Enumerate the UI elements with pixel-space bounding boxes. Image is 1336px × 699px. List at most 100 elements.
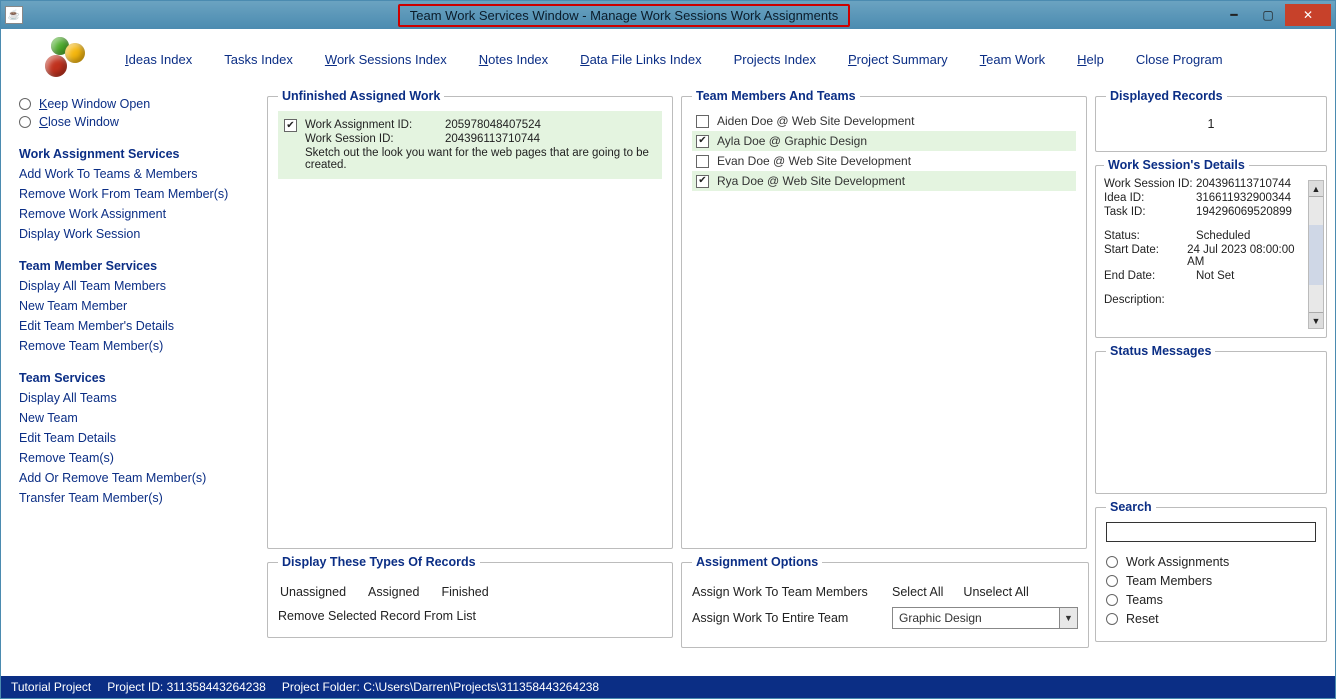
ws-id-label: Work Session ID: <box>305 133 435 145</box>
filter-unassigned[interactable]: Unassigned <box>280 585 346 599</box>
link-new-team-member[interactable]: New Team Member <box>19 299 259 313</box>
member-label: Aiden Doe @ Web Site Development <box>717 114 914 128</box>
member-row[interactable]: Ayla Doe @ Graphic Design <box>692 131 1076 151</box>
search-legend: Search <box>1106 500 1156 514</box>
status-project-name: Tutorial Project <box>11 680 91 694</box>
select-all[interactable]: Select All <box>892 585 943 599</box>
member-checkbox[interactable] <box>696 115 709 128</box>
menu-ideas-index[interactable]: Ideas Index <box>125 52 192 67</box>
ws-id-value: 204396113710744 <box>445 133 540 145</box>
wa-id-label: Work Assignment ID: <box>305 119 435 131</box>
content-area: Keep Window Open Close Window Work Assig… <box>1 89 1335 676</box>
team-select-value: Graphic Design <box>893 611 1059 625</box>
link-transfer-members[interactable]: Transfer Team Member(s) <box>19 491 259 505</box>
maximize-button[interactable]: ▢ <box>1251 4 1285 26</box>
scroll-up-icon[interactable]: ▲ <box>1309 181 1323 197</box>
close-button[interactable]: ✕ <box>1285 4 1331 26</box>
team-members-panel: Team Members And Teams Aiden Doe @ Web S… <box>681 89 1087 549</box>
java-icon: ☕ <box>5 6 23 24</box>
link-add-remove-members[interactable]: Add Or Remove Team Member(s) <box>19 471 259 485</box>
search-input[interactable] <box>1106 522 1316 542</box>
menu-tasks-index[interactable]: Tasks Index <box>224 52 293 67</box>
unfinished-legend: Unfinished Assigned Work <box>278 89 444 103</box>
status-messages-panel: Status Messages <box>1095 344 1327 494</box>
assignment-options-panel: Assignment Options Assign Work To Team M… <box>681 555 1089 648</box>
link-edit-member-details[interactable]: Edit Team Member's Details <box>19 319 259 333</box>
details-legend: Work Session's Details <box>1104 158 1249 172</box>
work-assignment-item[interactable]: Work Assignment ID: 205978048407524 Work … <box>278 111 662 179</box>
menu-project-summary[interactable]: Project Summary <box>848 52 948 67</box>
member-checkbox[interactable] <box>696 175 709 188</box>
display-types-legend: Display These Types Of Records <box>278 555 480 569</box>
menu-help[interactable]: Help <box>1077 52 1104 67</box>
member-label: Ayla Doe @ Graphic Design <box>717 134 867 148</box>
display-types-panel: Display These Types Of Records Unassigne… <box>267 555 673 638</box>
app-logo <box>41 37 85 81</box>
member-row[interactable]: Evan Doe @ Web Site Development <box>692 151 1076 171</box>
keep-window-open-radio[interactable]: Keep Window Open <box>19 97 259 111</box>
radio-icon <box>1106 556 1118 568</box>
menu-work-sessions-index[interactable]: Work Sessions Index <box>325 52 447 67</box>
section-team-member-services: Team Member Services <box>19 259 259 273</box>
scroll-thumb[interactable] <box>1309 225 1323 285</box>
scroll-down-icon[interactable]: ▼ <box>1309 312 1323 328</box>
link-remove-work-from-member[interactable]: Remove Work From Team Member(s) <box>19 187 259 201</box>
status-project-id: Project ID: 311358443264238 <box>107 680 266 694</box>
displayed-records-value: 1 <box>1106 111 1316 141</box>
member-checkbox[interactable] <box>696 135 709 148</box>
member-row[interactable]: Aiden Doe @ Web Site Development <box>692 111 1076 131</box>
menu-notes-index[interactable]: Notes Index <box>479 52 548 67</box>
member-checkbox[interactable] <box>696 155 709 168</box>
link-edit-team-details[interactable]: Edit Team Details <box>19 431 259 445</box>
displayed-records-legend: Displayed Records <box>1106 89 1227 103</box>
member-row[interactable]: Rya Doe @ Web Site Development <box>692 171 1076 191</box>
work-session-details-panel: Work Session's Details Work Session ID:2… <box>1095 158 1327 338</box>
sidebar: Keep Window Open Close Window Work Assig… <box>19 89 259 672</box>
app-window: ☕ Team Work Services Window - Manage Wor… <box>0 0 1336 699</box>
link-add-work-to-teams[interactable]: Add Work To Teams & Members <box>19 167 259 181</box>
team-members-legend: Team Members And Teams <box>692 89 860 103</box>
filter-assigned[interactable]: Assigned <box>368 585 419 599</box>
menu-data-file-links-index[interactable]: Data File Links Index <box>580 52 701 67</box>
link-new-team[interactable]: New Team <box>19 411 259 425</box>
search-option[interactable]: Reset <box>1106 612 1316 626</box>
main-panels: Unfinished Assigned Work Work Assignment… <box>267 89 1327 672</box>
minimize-button[interactable]: ━ <box>1217 4 1251 26</box>
filter-finished[interactable]: Finished <box>441 585 488 599</box>
link-display-all-teams[interactable]: Display All Teams <box>19 391 259 405</box>
link-display-work-session[interactable]: Display Work Session <box>19 227 259 241</box>
team-select-combo[interactable]: Graphic Design ▼ <box>892 607 1078 629</box>
section-team-services: Team Services <box>19 371 259 385</box>
work-item-checkbox[interactable] <box>284 119 297 132</box>
radio-icon <box>1106 613 1118 625</box>
chevron-down-icon[interactable]: ▼ <box>1059 608 1077 628</box>
status-messages-legend: Status Messages <box>1106 344 1215 358</box>
assign-work-to-members[interactable]: Assign Work To Team Members <box>692 585 872 599</box>
assign-work-to-team[interactable]: Assign Work To Entire Team <box>692 611 872 625</box>
link-remove-team-member[interactable]: Remove Team Member(s) <box>19 339 259 353</box>
assignment-options-legend: Assignment Options <box>692 555 822 569</box>
details-scrollbar[interactable]: ▲ ▼ <box>1308 180 1324 329</box>
displayed-records-panel: Displayed Records 1 <box>1095 89 1327 152</box>
link-display-all-members[interactable]: Display All Team Members <box>19 279 259 293</box>
unfinished-assigned-work-panel: Unfinished Assigned Work Work Assignment… <box>267 89 673 549</box>
menu-projects-index[interactable]: Projects Index <box>734 52 816 67</box>
remove-selected-record[interactable]: Remove Selected Record From List <box>278 609 476 623</box>
window-title: Team Work Services Window - Manage Work … <box>398 4 850 27</box>
search-option[interactable]: Work Assignments <box>1106 555 1316 569</box>
unselect-all[interactable]: Unselect All <box>963 585 1028 599</box>
member-label: Rya Doe @ Web Site Development <box>717 174 905 188</box>
search-option[interactable]: Team Members <box>1106 574 1316 588</box>
menu-bar: Ideas Index Tasks Index Work Sessions In… <box>1 29 1335 89</box>
radio-icon <box>1106 575 1118 587</box>
status-project-folder: Project Folder: C:\Users\Darren\Projects… <box>282 680 599 694</box>
menu-close-program[interactable]: Close Program <box>1136 52 1223 67</box>
wa-id-value: 205978048407524 <box>445 119 541 131</box>
search-option[interactable]: Teams <box>1106 593 1316 607</box>
close-window-radio[interactable]: Close Window <box>19 115 259 129</box>
statusbar: Tutorial Project Project ID: 31135844326… <box>1 676 1335 698</box>
member-label: Evan Doe @ Web Site Development <box>717 154 911 168</box>
link-remove-work-assignment[interactable]: Remove Work Assignment <box>19 207 259 221</box>
menu-team-work[interactable]: Team Work <box>980 52 1046 67</box>
link-remove-teams[interactable]: Remove Team(s) <box>19 451 259 465</box>
